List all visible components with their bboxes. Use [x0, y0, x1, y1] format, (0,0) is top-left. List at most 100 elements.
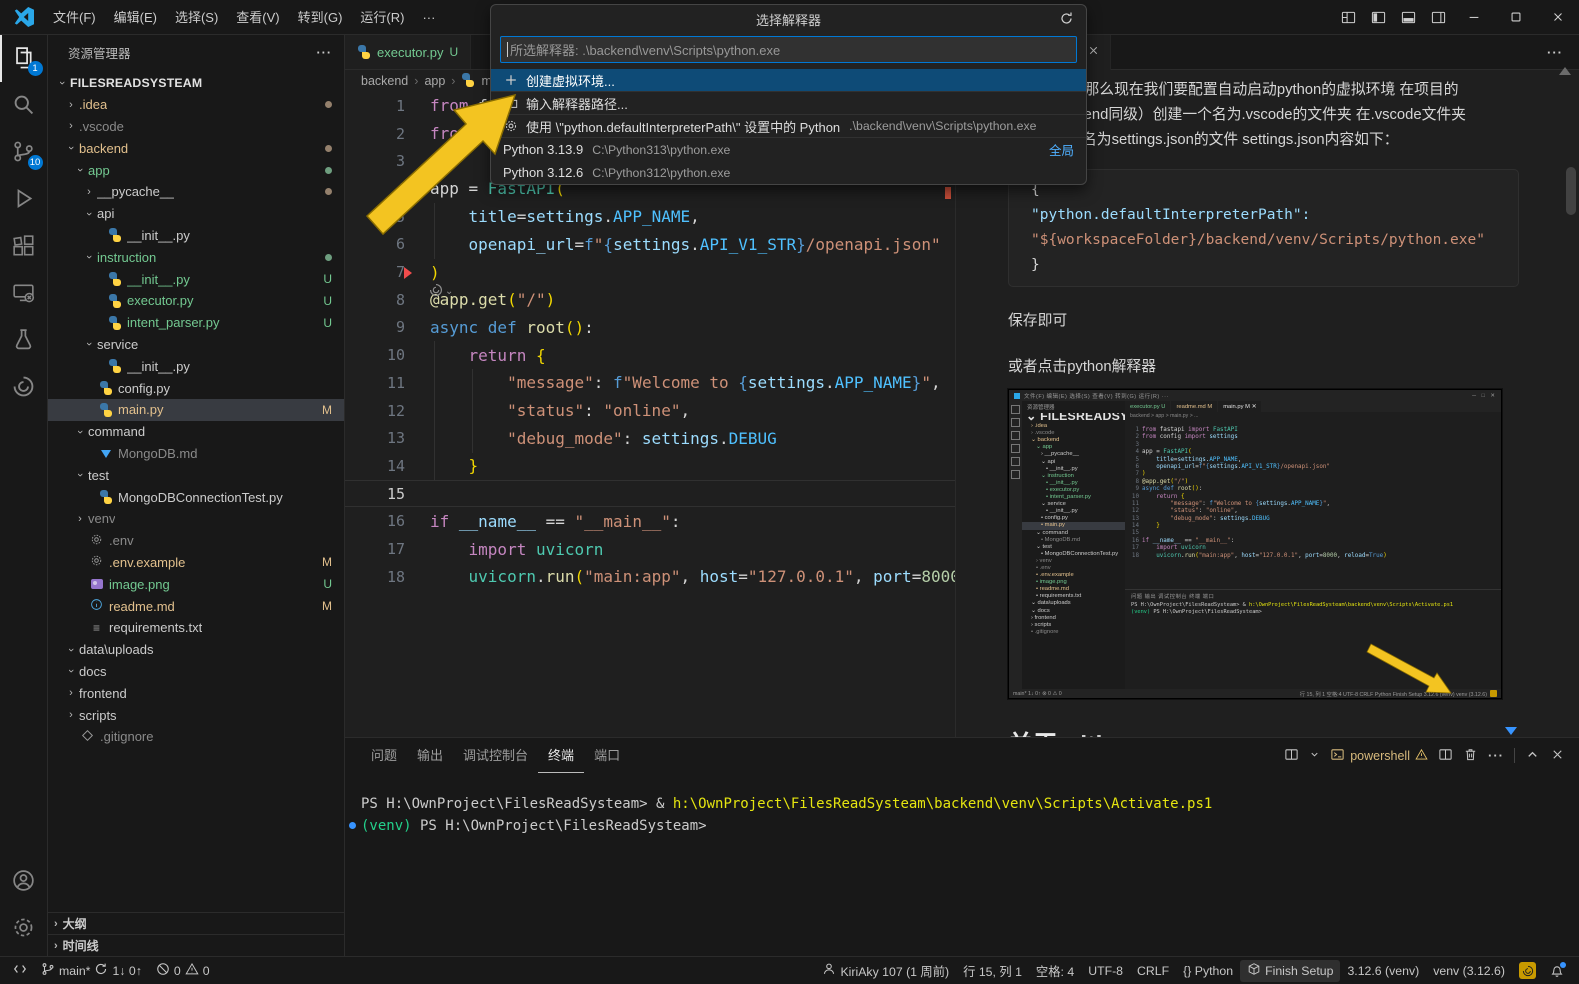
tree-item-api[interactable]: ›api	[48, 203, 344, 225]
launch-profile-icon[interactable]	[1284, 747, 1299, 765]
status-git-branch-status[interactable]: main*1↓ 0↑	[34, 960, 149, 982]
activity-ai-assistant[interactable]	[0, 364, 48, 411]
close-button[interactable]	[1537, 0, 1579, 34]
menu-item-2[interactable]: 选择(S)	[166, 10, 227, 25]
status-remote-indicator[interactable]	[6, 960, 34, 982]
section-1[interactable]: ›时间线	[48, 934, 344, 956]
tree-item-main-py[interactable]: main.pyM	[48, 399, 344, 421]
activity-run-and-debug[interactable]	[0, 176, 48, 223]
menu-item-4[interactable]: 转到(G)	[289, 10, 352, 25]
breadcrumb-item-0[interactable]: backend	[361, 74, 408, 88]
status-eol[interactable]: CRLF	[1130, 960, 1176, 982]
customize-layout-icon[interactable]	[1333, 4, 1363, 30]
terminal-instance[interactable]: powershell	[1330, 747, 1428, 765]
section-0[interactable]: ›大纲	[48, 912, 344, 934]
panel-tab-终端[interactable]: 终端	[538, 738, 584, 773]
tree-item--env-example[interactable]: .env.exampleM	[48, 552, 344, 574]
toggle-panel-icon[interactable]	[1393, 4, 1423, 30]
status-problems-status[interactable]: 00	[149, 960, 217, 982]
tree-item-mongodbconnectiontest-py[interactable]: MongoDBConnectionTest.py	[48, 486, 344, 508]
status-language-mode[interactable]: {} Python	[1176, 960, 1240, 982]
tree-item-test[interactable]: ›test	[48, 464, 344, 486]
tree-item-command[interactable]: ›command	[48, 421, 344, 443]
toggle-sidebar-icon[interactable]	[1363, 4, 1393, 30]
explorer-more-icon[interactable]: ···	[317, 46, 333, 60]
tree-item-data-uploads[interactable]: ›data\uploads	[48, 639, 344, 661]
panel-tab-问题[interactable]: 问题	[361, 738, 407, 773]
panel-tab-输出[interactable]: 输出	[407, 738, 453, 773]
activity-explorer[interactable]: 1	[0, 35, 48, 82]
tree-item-instruction[interactable]: ›instruction	[48, 246, 344, 268]
code-editor[interactable]: 1from fastapi import FastAPI2from config…	[345, 92, 955, 737]
tree-item-frontend[interactable]: ›frontend	[48, 682, 344, 704]
tree-item-requirements-txt[interactable]: ≡requirements.txt	[48, 617, 344, 639]
tree-item--init-py[interactable]: __init__.pyU	[48, 268, 344, 290]
status-indentation[interactable]: 空格: 4	[1029, 960, 1081, 982]
tab-executor-py[interactable]: executor.py U	[345, 35, 471, 69]
close-panel-icon[interactable]	[1550, 747, 1565, 765]
tree-item--vscode[interactable]: ›.vscode	[48, 116, 344, 138]
quickpick-item-2[interactable]: 使用 \"python.defaultInterpreterPath\" 设置中…	[491, 115, 1086, 138]
activity-remote-explorer[interactable]	[0, 270, 48, 317]
editor-actions-more-icon[interactable]: ···	[1547, 45, 1579, 60]
menu-item-5[interactable]: 运行(R)	[351, 10, 413, 25]
quickpick-item-0[interactable]: 创建虚拟环境...	[491, 69, 1086, 92]
breadcrumb-item-1[interactable]: app	[424, 74, 445, 88]
close-tab-icon[interactable]	[1087, 44, 1100, 60]
tree-item--init-py[interactable]: __init__.py	[48, 225, 344, 247]
quickpick-item-1[interactable]: 输入解释器路径...	[491, 92, 1086, 115]
minimize-button[interactable]	[1453, 0, 1495, 34]
status-python-interpreter[interactable]: 3.12.6 (venv)	[1340, 960, 1426, 982]
tree-item-venv[interactable]: ›venv	[48, 508, 344, 530]
status-finish-setup[interactable]: Finish Setup	[1240, 960, 1340, 982]
activity-settings[interactable]	[0, 905, 48, 952]
toggle-secondary-sidebar-icon[interactable]	[1423, 4, 1453, 30]
maximize-button[interactable]	[1495, 0, 1537, 34]
tree-item-filesreadsysteam[interactable]: ›FILESREADSYSTEAM	[48, 72, 344, 94]
kill-terminal-icon[interactable]	[1463, 747, 1478, 765]
tree-item-image-png[interactable]: image.pngU	[48, 573, 344, 595]
activity-account[interactable]	[0, 858, 48, 905]
status-notifications[interactable]	[1543, 960, 1571, 982]
quickpick-item-3[interactable]: Python 3.13.9C:\Python313\python.exe全局	[491, 138, 1086, 161]
tree-item--idea[interactable]: ›.idea	[48, 94, 344, 116]
status-git-blame[interactable]: KiriAky 107 (1 周前)	[815, 960, 956, 982]
chevron-down-icon[interactable]	[1309, 748, 1320, 763]
copilot-inline-icon[interactable]: ⌄	[429, 283, 453, 300]
status-gold-extension[interactable]	[1512, 960, 1543, 982]
item-badge[interactable]: 全局	[1049, 140, 1074, 159]
tree-item-executor-py[interactable]: executor.pyU	[48, 290, 344, 312]
activity-testing[interactable]	[0, 317, 48, 364]
activity-extensions[interactable]	[0, 223, 48, 270]
panel-tab-端口[interactable]: 端口	[584, 738, 630, 773]
menu-item-1[interactable]: 编辑(E)	[105, 10, 166, 25]
tree-item-intent-parser-py[interactable]: intent_parser.pyU	[48, 312, 344, 334]
tree-item-service[interactable]: ›service	[48, 334, 344, 356]
menu-item-0[interactable]: 文件(F)	[44, 10, 105, 25]
maximize-panel-icon[interactable]	[1525, 747, 1540, 765]
tree-item-mongodb-md[interactable]: MongoDB.md	[48, 443, 344, 465]
status-cursor-position[interactable]: 行 15, 列 1	[956, 960, 1029, 982]
menu-item-3[interactable]: 查看(V)	[227, 10, 288, 25]
activity-search[interactable]	[0, 82, 48, 129]
menu-item-6[interactable]: ···	[413, 10, 444, 25]
tree-item-scripts[interactable]: ›scripts	[48, 704, 344, 726]
tree-item-config-py[interactable]: config.py	[48, 377, 344, 399]
status-python-env[interactable]: venv (3.12.6)	[1426, 960, 1512, 982]
status-encoding[interactable]: UTF-8	[1081, 960, 1130, 982]
preview-scrollbar[interactable]	[1566, 167, 1576, 215]
interpreter-input[interactable]: 所选解释器: .\backend\venv\Scripts\python.exe	[500, 36, 1077, 63]
activity-source-control[interactable]: 10	[0, 129, 48, 176]
tree-item-app[interactable]: ›app	[48, 159, 344, 181]
tree-item-readme-md[interactable]: readme.mdM	[48, 595, 344, 617]
split-terminal-icon[interactable]	[1438, 747, 1453, 765]
tree-item-backend[interactable]: ›backend	[48, 137, 344, 159]
tree-item--init-py[interactable]: __init__.py	[48, 355, 344, 377]
panel-tab-调试控制台[interactable]: 调试控制台	[453, 738, 538, 773]
quickpick-item-4[interactable]: Python 3.12.6C:\Python312\python.exe	[491, 161, 1086, 184]
tree-item--pycache-[interactable]: ›__pycache__	[48, 181, 344, 203]
more-actions-icon[interactable]: ···	[1488, 748, 1504, 763]
terminal-content[interactable]: PS H:\OwnProject\FilesReadSysteam> & h:\…	[345, 773, 1579, 837]
tree-item--env[interactable]: .env	[48, 530, 344, 552]
tree-item--gitignore[interactable]: .gitignore	[48, 726, 344, 748]
